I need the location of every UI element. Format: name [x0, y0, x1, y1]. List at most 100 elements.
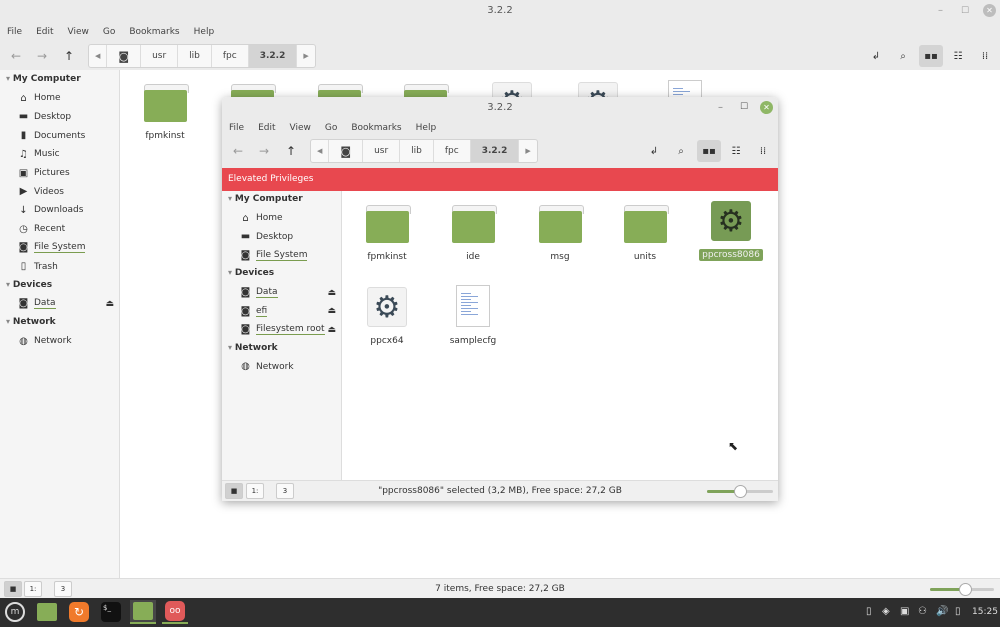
- clipboard-icon[interactable]: ▯: [866, 606, 872, 617]
- breadcrumb-item[interactable]: lib: [400, 140, 434, 162]
- up-button[interactable]: ↑: [280, 140, 302, 162]
- eject-icon[interactable]: ⏏: [327, 306, 336, 316]
- list-view-button[interactable]: ☷: [724, 140, 748, 162]
- breadcrumb-item[interactable]: usr: [141, 45, 179, 67]
- sidebar-item-home[interactable]: ⌂ Home: [240, 213, 336, 224]
- breadcrumb-item[interactable]: fpc: [434, 140, 471, 162]
- taskbar-files-window[interactable]: [130, 600, 156, 624]
- sidebar-item-recent[interactable]: ◷ Recent: [18, 224, 114, 235]
- maximize-button[interactable]: ☐: [740, 97, 748, 118]
- sidebar-item-filesystem-root[interactable]: ◙ Filesystem root ⏏: [240, 324, 336, 336]
- breadcrumb-item[interactable]: 3.2.2: [248, 45, 298, 67]
- close-button[interactable]: ✕: [983, 4, 996, 17]
- zoom-slider[interactable]: [930, 583, 994, 596]
- eject-icon[interactable]: ⏏: [327, 288, 336, 298]
- menu-bookmarks[interactable]: Bookmarks: [344, 118, 408, 138]
- sidebar-section-my-computer[interactable]: My Computer: [6, 74, 81, 84]
- back-button[interactable]: ←: [227, 140, 249, 162]
- file-item[interactable]: ide: [433, 205, 513, 263]
- icon-view-button[interactable]: ▪▪: [919, 45, 943, 67]
- breadcrumb-item[interactable]: fpc: [212, 45, 249, 67]
- close-button[interactable]: ✕: [760, 101, 773, 114]
- sidebar-item-music[interactable]: ♫ Music: [18, 149, 114, 160]
- file-item[interactable]: fpmkinst: [347, 205, 427, 263]
- sidebar-item-network[interactable]: ◍ Network: [18, 336, 114, 347]
- sidebar-section-network[interactable]: Network: [6, 317, 56, 327]
- icon-view-button[interactable]: ▪▪: [697, 140, 721, 162]
- sidebar-item-downloads[interactable]: ↓ Downloads: [18, 205, 114, 216]
- menu-go[interactable]: Go: [96, 22, 122, 42]
- minimize-button[interactable]: –: [718, 97, 723, 118]
- taskbar-files-launcher[interactable]: [34, 600, 60, 624]
- minimize-button[interactable]: –: [938, 0, 943, 22]
- breadcrumb-scroll-right[interactable]: ▶: [519, 140, 536, 162]
- sidebar-item-efi[interactable]: ◙ efi ⏏: [240, 306, 336, 317]
- eject-icon[interactable]: ⏏: [327, 325, 336, 335]
- network-icon[interactable]: ⚇: [918, 606, 927, 617]
- sidebar-item-data[interactable]: ◙ Data ⏏: [240, 287, 336, 298]
- breadcrumb-scroll-left[interactable]: ◀: [89, 45, 108, 67]
- menu-view[interactable]: View: [61, 22, 96, 42]
- sidebar-section-devices[interactable]: Devices: [6, 280, 52, 290]
- menu-button[interactable]: m: [2, 600, 28, 624]
- menu-bookmarks[interactable]: Bookmarks: [122, 22, 186, 42]
- breadcrumb-item[interactable]: 3.2.2: [470, 140, 520, 162]
- compact-view-button[interactable]: ⁞⁞: [751, 140, 775, 162]
- menu-edit[interactable]: Edit: [29, 22, 60, 42]
- sidebar-item-videos[interactable]: ▶ Videos: [18, 186, 114, 197]
- sidebar-item-trash[interactable]: ▯ Trash: [18, 261, 114, 272]
- eject-icon[interactable]: ⏏: [105, 299, 114, 309]
- taskbar-firefox-launcher[interactable]: ↻: [66, 600, 92, 624]
- breadcrumb-scroll-left[interactable]: ◀: [311, 140, 330, 162]
- forward-button[interactable]: →: [31, 45, 53, 67]
- breadcrumb-item[interactable]: usr: [363, 140, 401, 162]
- sidebar-item-home[interactable]: ⌂ Home: [18, 93, 114, 104]
- sidebar-section-my-computer[interactable]: My Computer: [228, 194, 303, 204]
- menu-view[interactable]: View: [283, 118, 318, 138]
- file-item[interactable]: ⚙ ppcx64: [347, 287, 427, 347]
- sidebar-item-desktop[interactable]: ▬ Desktop: [240, 231, 336, 242]
- sidebar-item-file-system[interactable]: ◙ File System: [240, 250, 336, 261]
- toggle-location-button[interactable]: ↲: [864, 45, 888, 67]
- file-item[interactable]: samplecfg: [433, 285, 513, 347]
- sidebar-section-network[interactable]: Network: [228, 343, 278, 353]
- update-icon[interactable]: ▣: [900, 606, 909, 617]
- menu-file[interactable]: File: [222, 118, 251, 138]
- file-item[interactable]: msg: [520, 205, 600, 263]
- menu-file[interactable]: File: [0, 22, 29, 42]
- sidebar-item-network[interactable]: ◍ Network: [240, 361, 336, 372]
- toggle-location-button[interactable]: ↲: [642, 140, 666, 162]
- volume-icon[interactable]: 🔊: [936, 606, 948, 617]
- breadcrumb-scroll-right[interactable]: ▶: [297, 45, 314, 67]
- menu-help[interactable]: Help: [409, 118, 444, 138]
- file-item[interactable]: fpmkinst: [125, 84, 205, 142]
- compact-view-button[interactable]: ⁞⁞: [973, 45, 997, 67]
- taskbar-app-window[interactable]: oo: [162, 600, 188, 624]
- file-item[interactable]: units: [605, 205, 685, 263]
- menu-go[interactable]: Go: [318, 118, 344, 138]
- menu-help[interactable]: Help: [187, 22, 222, 42]
- clock[interactable]: 15:25: [972, 607, 998, 617]
- menu-edit[interactable]: Edit: [251, 118, 282, 138]
- power-icon[interactable]: ▯: [955, 606, 961, 617]
- zoom-slider[interactable]: [707, 485, 773, 498]
- search-button[interactable]: ⌕: [669, 140, 693, 162]
- sidebar-item-file-system[interactable]: ◙ File System: [18, 242, 114, 254]
- maximize-button[interactable]: ☐: [961, 0, 969, 22]
- forward-button[interactable]: →: [253, 140, 275, 162]
- list-view-button[interactable]: ☷: [946, 45, 970, 67]
- sidebar-item-desktop[interactable]: ▬ Desktop: [18, 111, 114, 122]
- sidebar-item-pictures[interactable]: ▣ Pictures: [18, 168, 114, 179]
- breadcrumb-root[interactable]: ◙: [329, 140, 364, 162]
- taskbar-terminal-launcher[interactable]: $_: [98, 600, 124, 624]
- breadcrumb-item[interactable]: lib: [178, 45, 212, 67]
- shield-icon[interactable]: ◈: [882, 606, 890, 617]
- up-button[interactable]: ↑: [58, 45, 80, 67]
- search-button[interactable]: ⌕: [891, 45, 915, 67]
- sidebar-item-data[interactable]: ◙ Data ⏏: [18, 298, 114, 310]
- sidebar-item-documents[interactable]: ▮ Documents: [18, 130, 114, 141]
- back-button[interactable]: ←: [5, 45, 27, 67]
- file-item[interactable]: ⚙ ppcross8086: [691, 201, 771, 261]
- sidebar-section-devices[interactable]: Devices: [228, 268, 274, 278]
- breadcrumb-root[interactable]: ◙: [107, 45, 142, 67]
